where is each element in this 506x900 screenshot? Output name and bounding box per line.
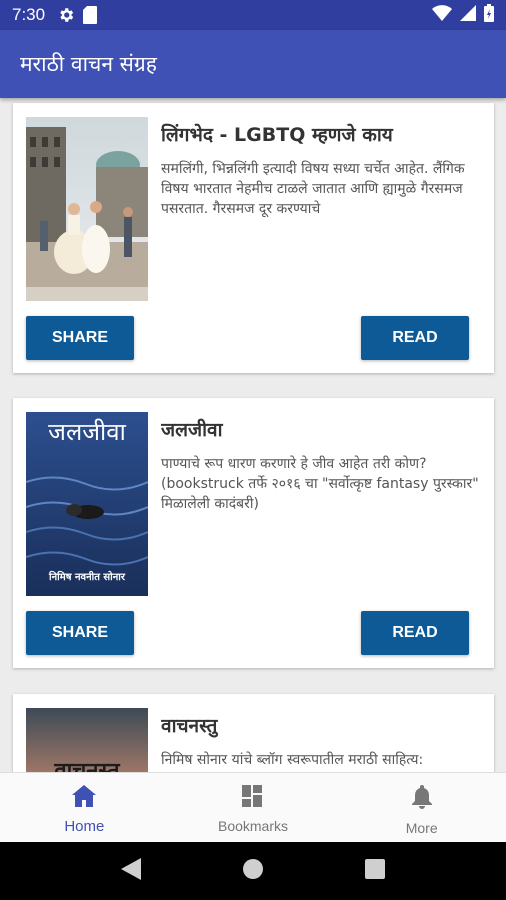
read-button[interactable]: READ: [361, 316, 469, 360]
share-button[interactable]: SHARE: [26, 611, 134, 655]
system-navigation-bar: [0, 842, 506, 900]
app-title: मराठी वाचन संग्रह: [20, 52, 157, 76]
nav-bookmarks[interactable]: Bookmarks: [169, 773, 338, 842]
recents-square-icon[interactable]: [365, 859, 386, 883]
book-title: जलजीवा: [161, 419, 223, 441]
nav-home-label: Home: [64, 818, 105, 835]
cover-text: वाचनस्तु: [53, 759, 121, 772]
book-title: वाचनस्तु: [161, 715, 218, 737]
status-time: 7:30: [12, 5, 46, 24]
bell-icon: [411, 785, 432, 813]
cover-title: जलजीवा: [48, 418, 126, 446]
nav-home[interactable]: Home: [0, 773, 169, 842]
back-icon[interactable]: [120, 858, 141, 884]
book-cover-image[interactable]: [26, 117, 148, 301]
bottom-navigation: Home Bookmarks More: [0, 772, 506, 842]
settings-gear-icon: [57, 6, 75, 24]
status-bar: 7:30: [0, 0, 506, 30]
nav-bookmarks-label: Bookmarks: [217, 818, 289, 834]
book-description: पाण्याचे रूप धारण करणारे हे जीव आहेत तरी…: [161, 456, 479, 512]
home-circle-icon[interactable]: [242, 858, 264, 884]
book-cover-image[interactable]: जलजीवा निमिष नवनीत सोनार: [26, 412, 148, 596]
share-button[interactable]: SHARE: [26, 316, 134, 360]
book-card: वाचनस्तु वाचनस्तु निमिष सोनार यांचे ब्लॉ…: [13, 694, 494, 772]
book-card: जलजीवा निमिष नवनीत सोनार जलजीवा पाण्याचे…: [13, 398, 494, 668]
book-cover-image[interactable]: वाचनस्तु: [26, 708, 148, 772]
home-icon: [72, 785, 97, 811]
book-card: लिंगभेद - LGBTQ म्हणजे काय समलिंगी, भिन्…: [13, 103, 494, 373]
sd-card-icon: [83, 6, 98, 24]
book-description: निमिष सोनार यांचे ब्लॉग स्वरूपातील मराठी…: [161, 752, 424, 768]
wifi-icon: [432, 5, 452, 25]
book-description: समलिंगी, भिन्नलिंगी इत्यादी विषय सध्या च…: [161, 161, 465, 217]
nav-more[interactable]: More: [337, 773, 506, 842]
book-title: लिंगभेद - LGBTQ म्हणजे काय: [161, 124, 393, 146]
book-list[interactable]: लिंगभेद - LGBTQ म्हणजे काय समलिंगी, भिन्…: [0, 98, 506, 772]
battery-icon: [484, 4, 494, 26]
app-bar: मराठी वाचन संग्रह: [0, 30, 506, 98]
dashboard-icon: [242, 785, 264, 811]
nav-more-label: More: [405, 820, 438, 836]
read-button[interactable]: READ: [361, 611, 469, 655]
cover-author: निमिष नवनीत सोनार: [48, 570, 126, 583]
cell-signal-icon: [460, 5, 476, 25]
